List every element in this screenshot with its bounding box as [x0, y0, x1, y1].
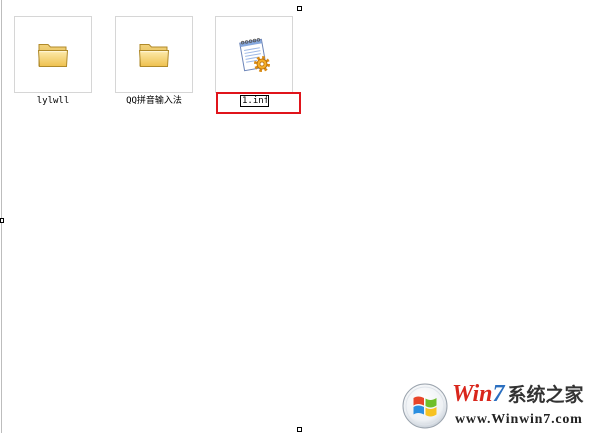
- thumbnail-frame: [14, 16, 92, 93]
- watermark-brand: Win7 系统之家: [452, 381, 583, 407]
- watermark-brand-number: 7: [492, 381, 505, 407]
- watermark-brand-prefix: Win: [452, 381, 493, 407]
- folder-icon: [37, 43, 69, 67]
- folder-icon: [138, 43, 170, 67]
- selection-handle-left[interactable]: [0, 218, 4, 223]
- watermark-brand-suffix: 系统之家: [507, 384, 584, 406]
- highlight-box: [216, 92, 301, 114]
- window-left-border: [1, 0, 2, 433]
- inf-file-icon: [239, 37, 270, 72]
- item-label: lylwll: [36, 96, 70, 106]
- folder-item-lylwll[interactable]: lylwll: [14, 16, 92, 108]
- selection-handle-bottom[interactable]: [297, 427, 302, 432]
- selection-handle-top[interactable]: [297, 6, 302, 11]
- windows-logo-icon: [402, 383, 448, 429]
- thumbnail-frame: [215, 16, 293, 93]
- explorer-content-area: lylwll QQ拼音输入法 1.inf Win7 系统之家 www.Winwi…: [0, 0, 599, 433]
- watermark-url: www.Winwin7.com: [455, 412, 583, 427]
- item-label: QQ拼音输入法: [126, 96, 182, 106]
- thumbnail-frame: [115, 16, 193, 93]
- folder-item-qq-pinyin[interactable]: QQ拼音输入法: [115, 16, 193, 108]
